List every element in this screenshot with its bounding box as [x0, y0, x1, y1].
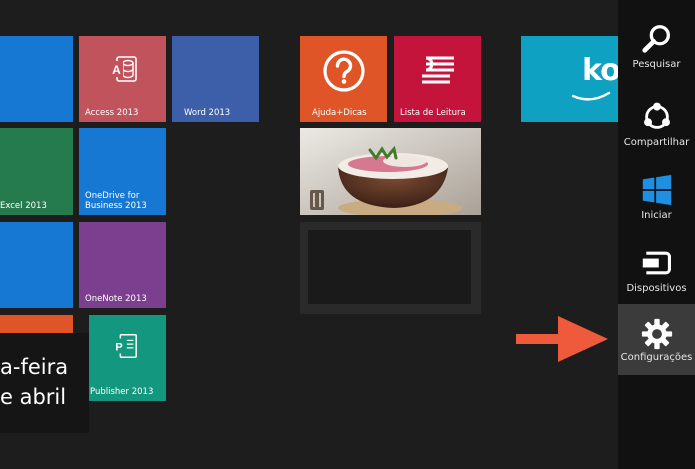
tile-food-photo[interactable] — [300, 128, 481, 215]
tile-lista-de-leitura[interactable]: Lista de Leitura — [394, 36, 481, 122]
charms-bar: Pesquisar Compartilhar Iniciar Dispositi… — [618, 0, 695, 469]
tile-excel-label: Excel 2013 — [0, 201, 47, 211]
charm-share-label: Compartilhar — [623, 137, 690, 148]
devices-icon — [642, 251, 671, 275]
tile-onedrive[interactable]: OneDrive for Business 2013 — [79, 128, 166, 215]
windows-logo-icon — [642, 174, 671, 206]
tile-ajuda-dicas[interactable]: Ajuda+Dicas — [300, 36, 387, 122]
tile-empty-inner — [308, 230, 471, 304]
tile-publisher[interactable]: P Publisher 2013 — [89, 315, 166, 401]
help-question-icon — [323, 50, 365, 92]
tile-access[interactable]: A Access 2013 — [79, 36, 166, 122]
tile-kobo[interactable]: ko — [521, 36, 618, 122]
settings-gear-icon — [641, 318, 672, 350]
tile-access-label: Access 2013 — [85, 108, 139, 118]
charm-search[interactable]: Pesquisar — [618, 11, 695, 81]
svg-text:P: P — [115, 342, 123, 354]
tile-word[interactable]: Word 2013 — [172, 36, 259, 122]
charm-settings[interactable]: Configurações — [618, 304, 695, 375]
tile-word-label: Word 2013 — [184, 108, 231, 118]
tile-excel[interactable]: Excel 2013 — [0, 128, 73, 215]
publisher-app-icon: P — [112, 334, 137, 358]
charm-start[interactable]: Iniciar — [618, 162, 695, 232]
tile-publisher-label: Publisher 2013 — [90, 387, 154, 397]
date-line-2: e abril — [0, 385, 67, 409]
charm-devices-label: Dispositivos — [626, 283, 687, 294]
date-line-1: a-feira — [0, 355, 69, 379]
tile-blue-partial[interactable] — [0, 36, 73, 122]
kobo-logo-text: ko — [582, 53, 618, 88]
arrow-pointer-icon — [516, 316, 608, 362]
kobo-logo-swoosh-icon — [571, 91, 611, 101]
access-app-icon: A — [110, 56, 137, 82]
reading-list-icon — [422, 56, 454, 84]
charm-devices[interactable]: Dispositivos — [618, 235, 695, 305]
food-photo — [300, 128, 481, 215]
charm-search-label: Pesquisar — [632, 59, 681, 70]
svg-text:A: A — [112, 63, 121, 77]
tile-onedrive-label: OneDrive for Business 2013 — [85, 191, 147, 211]
charm-start-label: Iniciar — [641, 210, 672, 221]
charm-share[interactable]: Compartilhar — [618, 89, 695, 159]
tile-onenote[interactable]: OneNote 2013 — [79, 222, 166, 308]
tile-ajuda-dicas-label: Ajuda+Dicas — [312, 108, 367, 118]
charm-settings-label: Configurações — [620, 352, 693, 363]
tile-lista-de-leitura-label: Lista de Leitura — [400, 108, 466, 118]
tile-orange-partial[interactable] — [0, 315, 73, 335]
tile-date[interactable]: a-feira e abril — [0, 333, 89, 433]
tile-empty-wide[interactable] — [300, 222, 481, 314]
tile-onenote-label: OneNote 2013 — [85, 294, 147, 304]
search-icon — [641, 25, 670, 53]
share-icon — [643, 102, 670, 129]
tile-blue-partial-2[interactable] — [0, 222, 73, 308]
